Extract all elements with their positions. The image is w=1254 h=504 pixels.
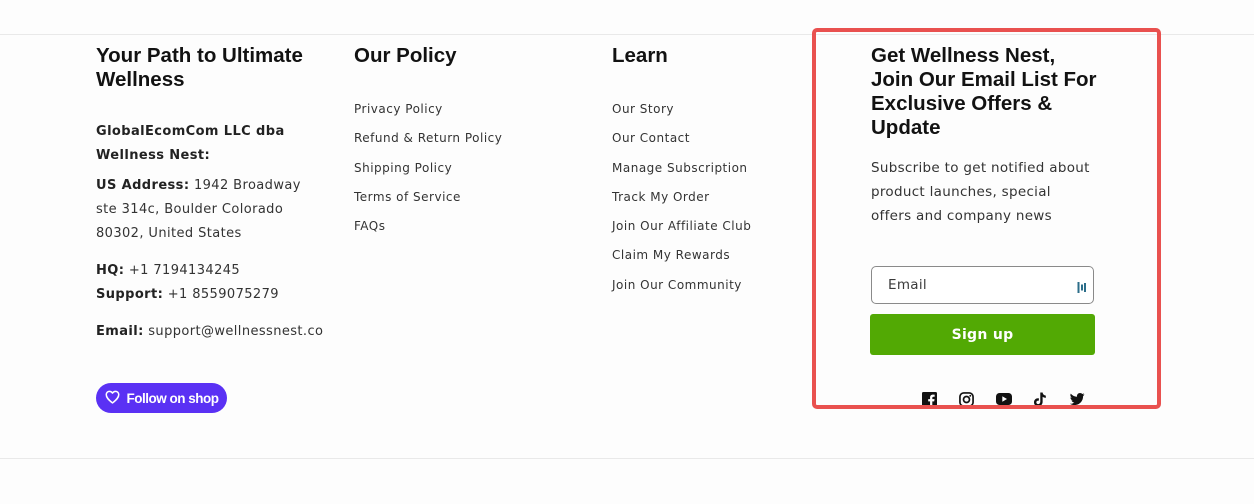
policy-heading: Our Policy bbox=[354, 44, 457, 67]
policy-link-terms[interactable]: Terms of Service bbox=[354, 188, 584, 217]
footer-learn-column: Learn Our Story Our Contact Manage Subsc… bbox=[612, 44, 812, 305]
footer-top-divider bbox=[0, 34, 1254, 35]
twitter-icon[interactable] bbox=[1070, 390, 1107, 408]
email-value[interactable]: support@wellnessnest.co bbox=[144, 324, 324, 339]
learn-link-track-order[interactable]: Track My Order bbox=[612, 188, 812, 217]
facebook-icon[interactable] bbox=[922, 390, 959, 408]
social-links bbox=[922, 390, 1107, 408]
learn-link-claim-rewards[interactable]: Claim My Rewards bbox=[612, 246, 812, 275]
company-name: GlobalEcomCom LLC dba Wellness Nest: bbox=[96, 124, 285, 163]
hq-value[interactable]: +1 7194134245 bbox=[124, 263, 240, 278]
policy-link-refund[interactable]: Refund & Return Policy bbox=[354, 129, 584, 158]
policy-link-privacy[interactable]: Privacy Policy bbox=[354, 100, 584, 129]
footer-about-column: Your Path to Ultimate Wellness GlobalEco… bbox=[96, 44, 346, 344]
email-input[interactable] bbox=[872, 267, 1068, 303]
follow-on-shop-label: Follow on shop bbox=[126, 390, 219, 406]
support-line: Support: +1 8559075279 bbox=[96, 283, 346, 307]
learn-link-manage-subscription[interactable]: Manage Subscription bbox=[612, 159, 812, 188]
tiktok-icon[interactable] bbox=[1033, 390, 1070, 408]
hq-line: HQ: +1 7194134245 bbox=[96, 259, 346, 283]
email-label: Email: bbox=[96, 324, 144, 339]
support-label: Support: bbox=[96, 287, 164, 302]
footer-policy-column: Our Policy Privacy Policy Refund & Retur… bbox=[354, 44, 584, 246]
learn-link-our-contact[interactable]: Our Contact bbox=[612, 129, 812, 158]
sign-up-button[interactable]: Sign up bbox=[870, 314, 1095, 355]
support-value[interactable]: +1 8559075279 bbox=[163, 287, 279, 302]
follow-on-shop-button[interactable]: Follow on shop bbox=[96, 383, 227, 413]
address-label: US Address: bbox=[96, 178, 190, 193]
phone-numbers: HQ: +1 7194134245 Support: +1 8559075279 bbox=[96, 259, 346, 307]
youtube-icon[interactable] bbox=[996, 390, 1033, 408]
policy-links: Privacy Policy Refund & Return Policy Sh… bbox=[354, 100, 584, 246]
contact-email: Email: support@wellnessnest.co bbox=[96, 320, 346, 344]
learn-link-our-story[interactable]: Our Story bbox=[612, 100, 812, 129]
newsletter-email-field bbox=[871, 266, 1094, 304]
learn-link-affiliate-club[interactable]: Join Our Affiliate Club bbox=[612, 217, 812, 246]
learn-link-join-community[interactable]: Join Our Community bbox=[612, 276, 812, 305]
instagram-icon[interactable] bbox=[959, 390, 996, 408]
heart-icon bbox=[105, 390, 120, 407]
newsletter-heading: Get Wellness Nest, Join Our Email List F… bbox=[871, 44, 1097, 139]
learn-links: Our Story Our Contact Manage Subscriptio… bbox=[612, 100, 812, 305]
learn-heading: Learn bbox=[612, 44, 668, 67]
footer-newsletter-column: Get Wellness Nest, Join Our Email List F… bbox=[871, 44, 1101, 228]
policy-link-shipping[interactable]: Shipping Policy bbox=[354, 159, 584, 188]
footer-bottom-divider bbox=[0, 458, 1254, 459]
hq-label: HQ: bbox=[96, 263, 125, 278]
newsletter-description: Subscribe to get notified about product … bbox=[871, 160, 1090, 224]
policy-link-faqs[interactable]: FAQs bbox=[354, 217, 584, 246]
footer: Your Path to Ultimate Wellness GlobalEco… bbox=[0, 0, 1254, 504]
about-heading: Your Path to Ultimate Wellness bbox=[96, 44, 303, 91]
us-address: US Address: 1942 Broadway ste 314c, Boul… bbox=[96, 174, 311, 246]
password-manager-icon[interactable] bbox=[1077, 279, 1087, 298]
